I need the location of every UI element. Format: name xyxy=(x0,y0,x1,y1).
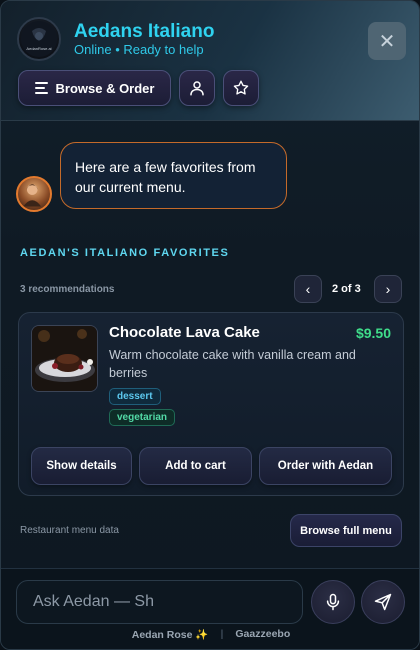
dish-price: $9.50 xyxy=(355,325,391,341)
input-area: Aedan Rose ✨ | Gaazzeebo xyxy=(1,568,419,649)
chat-widget: AedanRose.ai Aedans Italiano Online • Re… xyxy=(0,0,420,650)
chat-input[interactable] xyxy=(16,580,303,624)
footer-separator: | xyxy=(220,628,224,640)
cake-image xyxy=(32,326,97,391)
bot-avatar xyxy=(16,176,52,212)
show-details-button[interactable]: Show details xyxy=(31,447,132,485)
user-icon xyxy=(190,81,204,96)
microphone-icon xyxy=(326,593,340,611)
dish-name: Chocolate Lava Cake xyxy=(109,324,260,341)
voice-button[interactable] xyxy=(311,580,355,624)
browse-order-button[interactable]: Browse & Order xyxy=(18,70,171,106)
menu-item-card: Chocolate Lava Cake $9.50 Warm chocolate… xyxy=(18,312,404,496)
status-text: Online • Ready to help xyxy=(74,42,204,57)
send-icon xyxy=(374,593,392,611)
avatar-image xyxy=(23,184,42,207)
send-button[interactable] xyxy=(361,580,405,624)
menu-icon xyxy=(34,82,48,94)
browse-full-menu-button[interactable]: Browse full menu xyxy=(290,514,402,547)
dish-description: Warm chocolate cake with vanilla cream a… xyxy=(109,348,356,380)
dish-image xyxy=(31,325,98,392)
section-title: AEDAN'S ITALIANO FAVORITES xyxy=(20,247,230,259)
pager-indicator: 2 of 3 xyxy=(332,283,361,295)
logo-lettering: AedanRose.ai xyxy=(26,46,51,51)
next-button[interactable]: › xyxy=(374,275,402,303)
bot-message-bubble: Here are a few favorites from our curren… xyxy=(60,142,287,209)
footer-author: Aedan Rose ✨ xyxy=(131,629,209,641)
tag-vegetarian: vegetarian xyxy=(109,409,176,426)
prev-button[interactable]: ‹ xyxy=(294,275,322,303)
chevron-right-icon: › xyxy=(385,281,391,297)
star-icon xyxy=(233,80,249,95)
close-button[interactable]: ✕ xyxy=(368,22,406,60)
chevron-left-icon: ‹ xyxy=(305,281,311,297)
app-title: Aedans Italiano xyxy=(74,21,215,42)
order-with-aedan-button[interactable]: Order with Aedan xyxy=(259,447,392,485)
profile-button[interactable] xyxy=(179,70,215,106)
brand-logo-icon: AedanRose.ai xyxy=(21,21,57,57)
favorites-button[interactable] xyxy=(223,70,259,106)
close-icon: ✕ xyxy=(378,30,396,53)
footer-brand: Gaazzeebo xyxy=(235,628,291,640)
add-to-cart-button[interactable]: Add to cart xyxy=(139,447,252,485)
footer: Aedan Rose ✨ | Gaazzeebo xyxy=(1,628,419,641)
recommendation-count: 3 recommendations xyxy=(20,284,115,295)
data-source-label: Restaurant menu data xyxy=(20,525,119,536)
browse-order-label: Browse & Order xyxy=(55,80,155,96)
brand-logo: AedanRose.ai xyxy=(17,17,61,61)
header: AedanRose.ai Aedans Italiano Online • Re… xyxy=(1,1,419,121)
tag-dessert: dessert xyxy=(109,388,161,405)
